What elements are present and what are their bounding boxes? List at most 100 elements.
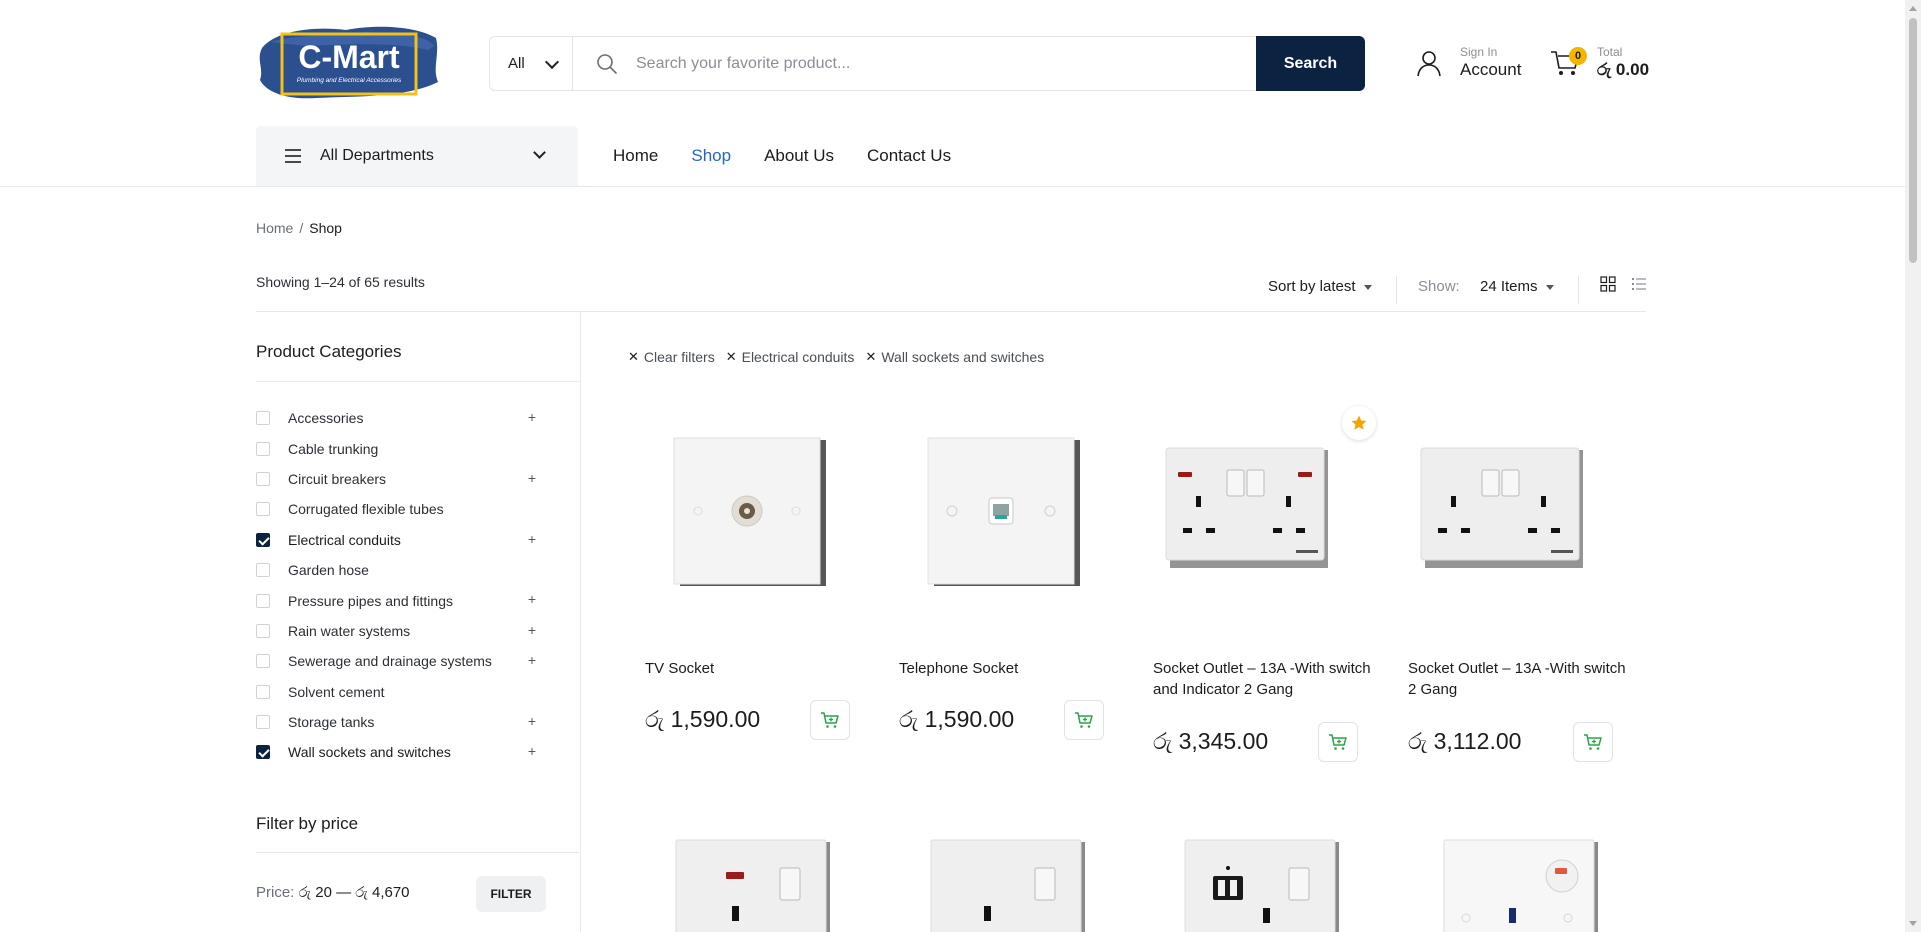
expand-plus-icon[interactable]: + [528,470,536,486]
expand-plus-icon[interactable]: + [528,652,536,668]
category-checkbox[interactable] [256,502,270,517]
product-card[interactable]: Telephone Socket රු 1,590.00 [882,428,1112,748]
logo[interactable]: C-Mart Plumbing and Electrical Accessori… [256,20,442,102]
category-checkbox[interactable] [256,654,270,669]
category-label: Wall sockets and switches [288,744,451,761]
expand-plus-icon[interactable]: + [528,622,536,638]
category-item-electrical-conduits[interactable]: Electrical conduits + [256,525,546,555]
category-checkbox-checked[interactable] [256,532,270,547]
page-scrollbar[interactable] [1905,0,1921,932]
toolbar-divider [1396,276,1397,304]
filter-by-price-title: Filter by price [256,814,359,833]
sort-select[interactable]: Sort by latest [1268,278,1372,295]
chip-label: Clear filters [643,349,715,365]
category-checkbox[interactable] [256,471,270,486]
scrollbar-thumb[interactable] [1909,18,1917,263]
category-label: Accessories [288,410,364,427]
expand-plus-icon[interactable]: + [528,409,536,425]
list-view-icon[interactable] [1631,276,1647,292]
product-name[interactable]: TV Socket [645,658,865,679]
category-item-wall-sockets[interactable]: Wall sockets and switches + [256,737,546,767]
breadcrumb-home[interactable]: Home [256,220,293,236]
product-price: රු 1,590.00 [899,706,1015,732]
add-to-cart-button[interactable] [1064,700,1104,740]
category-item-garden-hose[interactable]: Garden hose [256,555,546,585]
grid-view-icon[interactable] [1600,276,1616,292]
product-image[interactable] [674,838,834,932]
nav-home[interactable]: Home [613,146,658,166]
chevron-down-icon [544,54,560,70]
category-label: Cable trunking [288,440,379,457]
category-item-cable-trunking[interactable]: Cable trunking [256,433,546,463]
category-checkbox[interactable] [256,715,270,730]
caret-down-icon [1545,284,1554,290]
product-image[interactable] [929,838,1089,932]
featured-star-badge[interactable] [1342,406,1376,440]
scroll-up-arrow-icon[interactable] [1909,6,1917,11]
search-category-select[interactable]: All [490,37,573,90]
breadcrumb: Home / Shop [256,220,342,236]
nav-shop[interactable]: Shop [691,146,731,166]
logo-tagline: Plumbing and Electrical Accessories [297,77,402,84]
price-min: රු 20 [298,884,332,901]
category-item-sewerage[interactable]: Sewerage and drainage systems + [256,646,546,676]
expand-plus-icon[interactable]: + [528,531,536,547]
category-item-circuit-breakers[interactable]: Circuit breakers + [256,464,546,494]
category-item-rain-water-systems[interactable]: Rain water systems + [256,616,546,646]
category-label: Solvent cement [288,683,385,700]
search-button[interactable]: Search [1256,36,1365,91]
cart-count-badge: 0 [1569,47,1587,65]
cart-link[interactable]: 0 Total රු 0.00 [1549,42,1659,86]
add-to-cart-button[interactable] [1573,722,1613,762]
product-card[interactable]: Socket Outlet – 13A -With switch and Ind… [1136,406,1376,768]
expand-plus-icon[interactable]: + [528,743,536,759]
category-checkbox[interactable] [256,593,270,608]
category-checkbox-checked[interactable] [256,745,270,760]
filter-chip-electrical-conduits[interactable]: ✕ Electrical conduits [726,349,855,365]
shop-toolbar: Sort by latest Show: 24 Items [1260,272,1646,304]
category-checkbox[interactable] [256,563,270,578]
product-image[interactable] [1136,428,1366,648]
product-image[interactable] [882,428,1112,648]
search-input[interactable] [636,47,1236,81]
category-item-solvent-cement[interactable]: Solvent cement [256,677,546,707]
price-max: රු 4,670 [355,884,410,901]
product-name[interactable]: Socket Outlet – 13A -With switch 2 Gang [1408,658,1628,700]
add-to-cart-button[interactable] [1318,722,1358,762]
price-label: Price: [256,884,295,901]
category-checkbox[interactable] [256,441,270,456]
product-image[interactable] [1442,838,1602,932]
product-name[interactable]: Socket Outlet – 13A -With switch and Ind… [1153,658,1373,700]
product-name[interactable]: Telephone Socket [899,658,1119,679]
clear-filters-chip[interactable]: ✕ Clear filters [628,349,715,365]
nav-contact-us[interactable]: Contact Us [867,146,951,166]
category-item-accessories[interactable]: Accessories + [256,403,546,433]
category-checkbox[interactable] [256,623,270,638]
product-image[interactable] [628,428,858,648]
filter-chip-wall-sockets[interactable]: ✕ Wall sockets and switches [865,349,1044,365]
breadcrumb-separator: / [299,220,304,236]
cart-add-icon [1329,734,1347,750]
account-link[interactable]: Sign In Account [1414,42,1534,86]
expand-plus-icon[interactable]: + [528,591,536,607]
product-card[interactable]: Socket Outlet – 13A -With switch 2 Gang … [1391,428,1626,768]
category-label: Garden hose [288,562,369,579]
product-card[interactable]: TV Socket රු 1,590.00 [628,428,858,748]
scroll-down-arrow-icon[interactable] [1909,921,1917,926]
category-label: Rain water systems [288,622,411,639]
add-to-cart-button[interactable] [810,700,850,740]
category-label: Electrical conduits [288,531,401,548]
category-checkbox[interactable] [256,684,270,699]
category-checkbox[interactable] [256,411,270,426]
show-count-select[interactable]: 24 Items [1480,278,1554,295]
category-item-pressure-pipes[interactable]: Pressure pipes and fittings + [256,585,546,615]
cart-add-icon [821,712,839,728]
category-item-storage-tanks[interactable]: Storage tanks + [256,707,546,737]
all-departments-button[interactable]: All Departments [256,126,578,186]
product-image[interactable] [1183,838,1343,932]
nav-about-us[interactable]: About Us [764,146,834,166]
filter-button[interactable]: FILTER [476,876,546,912]
category-item-corrugated-flexible-tubes[interactable]: Corrugated flexible tubes [256,494,546,524]
product-image[interactable] [1391,428,1621,648]
expand-plus-icon[interactable]: + [528,713,536,729]
